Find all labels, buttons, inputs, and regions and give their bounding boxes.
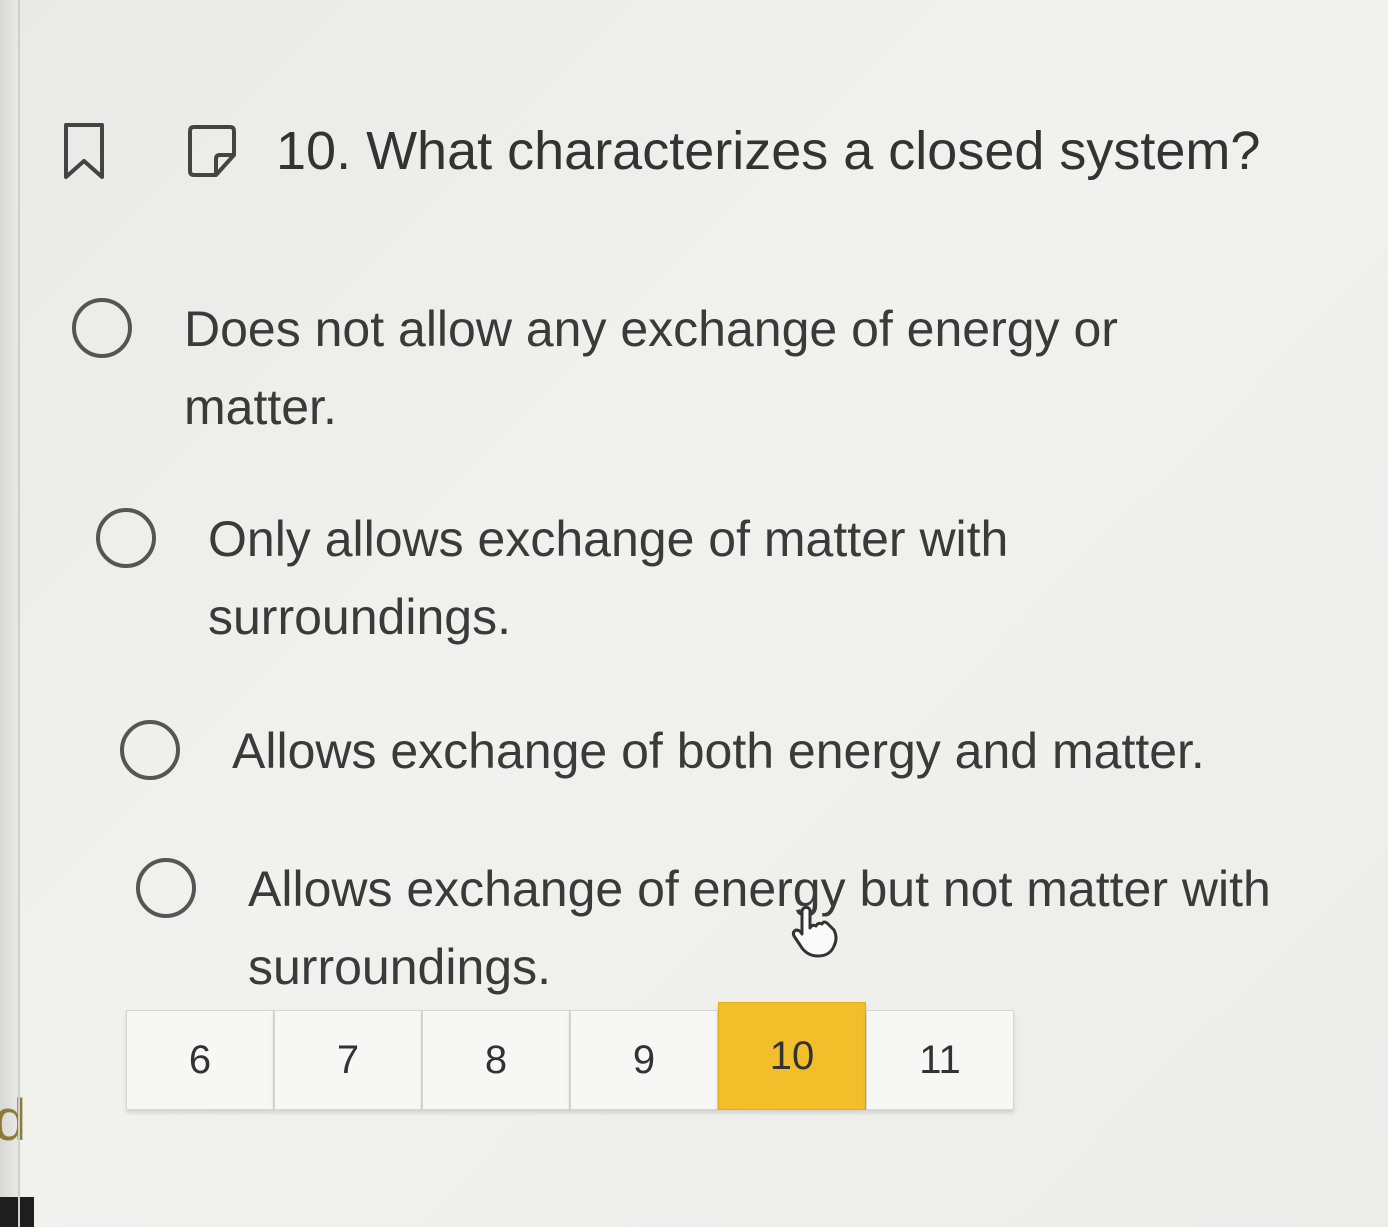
panel-border — [18, 0, 20, 1227]
page-button-9[interactable]: 9 — [570, 1010, 718, 1110]
radio-button[interactable] — [72, 298, 132, 358]
answer-option-label: Allows exchange of energy but not matter… — [248, 861, 1271, 995]
radio-button[interactable] — [96, 508, 156, 568]
page-button-11[interactable]: 11 — [866, 1010, 1014, 1110]
radio-button[interactable] — [136, 858, 196, 918]
answer-option-2[interactable]: Only allows exchange of matter with surr… — [96, 500, 1068, 656]
answer-option-4[interactable]: Allows exchange of energy but not matter… — [136, 850, 1308, 1006]
question-label: What characterizes a closed system? — [366, 121, 1261, 181]
question-number: 10. — [276, 121, 352, 181]
page-button-10-current[interactable]: 10 — [718, 1002, 866, 1110]
question-header: 10. What characterizes a closed system? — [60, 120, 1260, 182]
sidebar-edge — [0, 0, 18, 1227]
bookmark-icon[interactable] — [60, 121, 108, 181]
answer-option-label: Only allows exchange of matter with surr… — [208, 511, 1009, 645]
radio-button[interactable] — [120, 720, 180, 780]
sidebar-edge-dark — [0, 1197, 34, 1227]
sidebar-edge-letter: d — [0, 1088, 27, 1153]
page-button-6[interactable]: 6 — [126, 1010, 274, 1110]
answer-option-label: Allows exchange of both energy and matte… — [232, 723, 1205, 779]
question-pagination: 6 7 8 9 10 11 — [126, 1002, 1014, 1110]
hand-cursor-icon — [790, 904, 842, 960]
page-button-8[interactable]: 8 — [422, 1010, 570, 1110]
note-icon[interactable] — [184, 123, 240, 179]
question-text: 10. What characterizes a closed system? — [276, 120, 1260, 182]
answer-option-3[interactable]: Allows exchange of both energy and matte… — [120, 712, 1272, 790]
answer-option-label: Does not allow any exchange of energy or… — [184, 301, 1118, 435]
page-button-7[interactable]: 7 — [274, 1010, 422, 1110]
answer-option-1[interactable]: Does not allow any exchange of energy or… — [72, 290, 1184, 446]
